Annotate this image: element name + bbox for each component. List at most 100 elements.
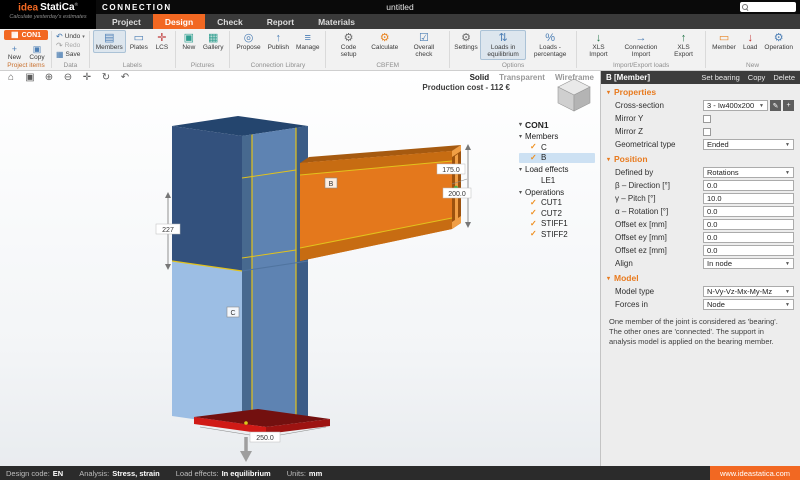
tree-item-stiff2[interactable]: ✓STIFF2 (519, 229, 595, 240)
connection-import-button[interactable]: →Connection Import (618, 30, 664, 60)
load-button[interactable]: ↓Load (740, 30, 760, 53)
operation-button[interactable]: ⚙Operation (761, 30, 796, 53)
search-box[interactable] (740, 2, 796, 12)
tree-item-b[interactable]: ✓B (519, 153, 595, 164)
tree-item-stiff1[interactable]: ✓STIFF1 (519, 219, 595, 230)
button-label: New (182, 44, 195, 51)
direction-input[interactable]: 0.0 (703, 180, 794, 191)
tab-design[interactable]: Design (153, 14, 205, 29)
geometrical-type-combo[interactable]: Ended▼ (703, 139, 794, 150)
view-mode-wireframe[interactable]: Wireframe (555, 73, 594, 82)
offset-ey-mm-input[interactable]: 0.0 (703, 232, 794, 243)
property-label: Mirror Y (615, 114, 699, 123)
publish-button[interactable]: ↑Publish (265, 30, 292, 53)
set-bearing-button[interactable]: Set bearing (701, 73, 739, 82)
tab-report[interactable]: Report (255, 14, 306, 29)
member-c-solid[interactable] (172, 116, 308, 426)
project-item-button[interactable]: ▦CON1 (4, 30, 48, 40)
rotation-input[interactable]: 0.0 (703, 206, 794, 217)
status-load-effects: Load effects:In equilibrium (176, 469, 271, 478)
members-button[interactable]: ▤Members (93, 30, 126, 53)
propose-button[interactable]: ◎Propose (233, 30, 263, 53)
plates-button[interactable]: ▭Plates (127, 30, 151, 53)
zoom-out-icon[interactable]: ⊖ (62, 72, 74, 83)
delete-button[interactable]: Delete (773, 73, 795, 82)
tab-project[interactable]: Project (100, 14, 153, 29)
view-cube[interactable] (558, 79, 590, 111)
property-row-cross-section: Cross-section3 - Iw400x200▼✎+ (601, 99, 800, 112)
member-b-solid[interactable] (300, 145, 461, 261)
code-setup-icon: ⚙ (344, 32, 354, 44)
property-control: In node▼ (703, 258, 794, 269)
xls-import-button[interactable]: ↓XLS Import (580, 30, 617, 60)
button-label: Plates (130, 44, 148, 51)
edit-cross-section-button[interactable]: ✎ (770, 100, 781, 111)
manage-button[interactable]: ≡Manage (293, 30, 323, 53)
overall-check-button[interactable]: ☑Overall check (402, 30, 446, 60)
member-label-c[interactable]: C (227, 307, 239, 317)
logo-tagline: Calculate yesterday's estimates (0, 15, 96, 21)
tree-root-con1[interactable]: ▾CON1 (519, 119, 595, 130)
3d-viewport[interactable]: 227 175.0 200.0 (0, 71, 600, 466)
orbit-icon[interactable]: ↻ (100, 72, 112, 83)
mirror-y-checkbox[interactable] (703, 115, 711, 123)
tree-section-operations[interactable]: ▾Operations (519, 187, 595, 198)
defined-by-combo[interactable]: Rotations▼ (703, 167, 794, 178)
copy-button[interactable]: Copy (748, 73, 766, 82)
previous-view-icon[interactable]: ↶ (119, 72, 131, 83)
loads-in-equilibrium-button[interactable]: ⇅Loads in equilibrium (480, 30, 526, 60)
overall-check-icon: ☑ (419, 32, 429, 44)
website-link[interactable]: www.ideastatica.com (710, 466, 800, 480)
section-header-position[interactable]: ▾Position (601, 151, 800, 166)
tab-materials[interactable]: Materials (306, 14, 367, 29)
offset-ez-mm-input[interactable]: 0.0 (703, 245, 794, 256)
view-mode-transparent[interactable]: Transparent (499, 73, 545, 82)
settings-button[interactable]: ⚙Settings (453, 30, 479, 53)
calculate-button[interactable]: ⚙Calculate (369, 30, 401, 53)
scene-canvas[interactable]: 227 175.0 200.0 (0, 71, 600, 466)
tree-section-members[interactable]: ▾Members (519, 131, 595, 142)
zoom-in-icon[interactable]: ⊕ (43, 72, 55, 83)
combo-value: Ended (707, 140, 785, 149)
tree-section-load-effects[interactable]: ▾Load effects (519, 164, 595, 175)
zoom-extents-icon[interactable]: ▣ (24, 72, 36, 83)
button-label: Loads - percentage (530, 44, 570, 58)
pan-icon[interactable]: ✛ (81, 72, 93, 83)
manage-icon: ≡ (305, 32, 311, 44)
section-header-properties[interactable]: ▾Properties (601, 84, 800, 99)
search-input[interactable] (750, 4, 794, 11)
undo-icon: ↶ (56, 33, 63, 41)
member-label-b[interactable]: B (325, 178, 337, 188)
section-header-model[interactable]: ▾Model (601, 270, 800, 285)
tree-item-le1[interactable]: LE1 (519, 175, 595, 186)
new-button[interactable]: +New (4, 42, 24, 63)
tab-check[interactable]: Check (205, 14, 255, 29)
tree-item-cut1[interactable]: ✓CUT1 (519, 198, 595, 209)
copy-button[interactable]: ▣Copy (26, 42, 47, 63)
tree-item-c[interactable]: ✓C (519, 142, 595, 153)
loads-percentage-button[interactable]: %Loads - percentage (527, 30, 573, 60)
lcs-button[interactable]: ✛LCS (152, 30, 172, 53)
forces-in-combo[interactable]: Node▼ (703, 299, 794, 310)
properties-panel-header: B [Member] Set bearingCopyDelete (601, 71, 800, 84)
button-label: Overall check (405, 44, 443, 58)
cross-section-combo[interactable]: 3 - Iw400x200▼ (703, 100, 768, 111)
add-cross-section-button[interactable]: + (783, 100, 794, 111)
save-button[interactable]: ▦Save (55, 51, 81, 59)
undo-button[interactable]: ↶Undo▾ (55, 33, 86, 41)
offset-ex-mm-input[interactable]: 0.0 (703, 219, 794, 230)
model-type-combo[interactable]: N-Vy-Vz-Mx-My-Mz▼ (703, 286, 794, 297)
member-button[interactable]: ▭Member (709, 30, 739, 53)
tree-item-cut2[interactable]: ✓CUT2 (519, 208, 595, 219)
xls-export-button[interactable]: ↑XLS Export (665, 30, 702, 60)
code-setup-button[interactable]: ⚙Code setup (329, 30, 367, 60)
gallery-button[interactable]: ▦Gallery (200, 30, 227, 53)
home-icon[interactable]: ⌂ (5, 72, 17, 83)
new-button[interactable]: ▣New (179, 30, 199, 53)
pitch-input[interactable]: 10.0 (703, 193, 794, 204)
redo-button[interactable]: ↷Redo (55, 42, 81, 50)
collapse-icon: ▾ (519, 189, 522, 196)
mirror-z-checkbox[interactable] (703, 128, 711, 136)
view-mode-solid[interactable]: Solid (470, 73, 490, 82)
align-combo[interactable]: In node▼ (703, 258, 794, 269)
